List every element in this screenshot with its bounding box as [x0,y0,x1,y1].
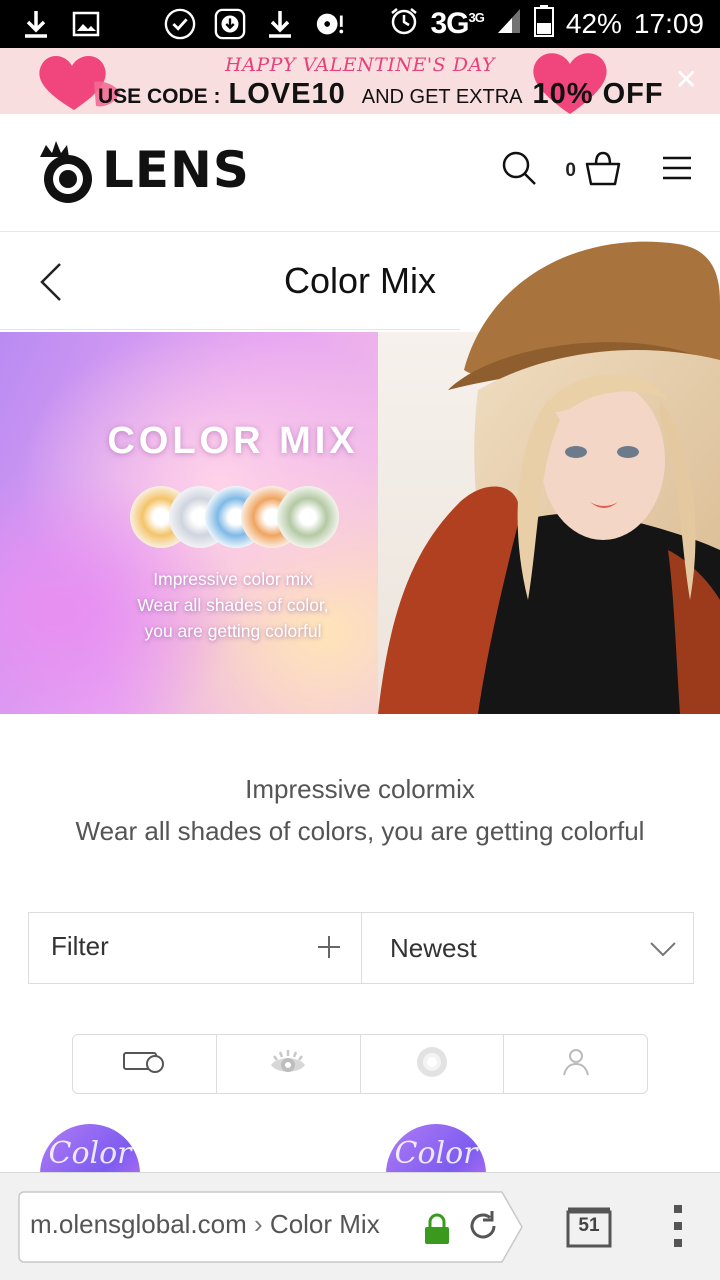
tab-count: 51 [578,1215,600,1236]
logo-text: LENS [102,141,250,199]
close-icon[interactable]: ✕ [675,66,698,94]
promo-banner[interactable]: HAPPY VALENTINE'S DAY USE CODE : LOVE10 … [0,48,720,114]
cart-count: 0 [565,159,576,181]
url-separator: › [254,1209,263,1239]
download-icon-2 [264,8,296,40]
product-badge-label: Color [48,1136,132,1171]
eye-icon [268,1045,308,1084]
promo-discount: 10% OFF [532,78,664,110]
download-icon [20,8,52,40]
lens-icon [415,1045,449,1084]
url-domain: m.olensglobal.com [30,1209,247,1239]
plus-icon [317,935,341,964]
signal-icon [496,7,522,42]
alarm-icon [389,6,419,43]
chevron-down-icon [649,941,677,962]
filter-label: Filter [51,931,109,961]
tab-switcher-button[interactable]: 51 [566,1203,612,1249]
site-header: LENS 0 [0,114,720,232]
battery-level: 42% [565,8,622,39]
filter-sort-controls: Filter Newest [28,912,694,984]
page-title: Color Mix [283,260,436,301]
lock-icon [424,1213,450,1250]
promo-headline: HAPPY VALENTINE'S DAY [225,54,495,76]
promo-middle-text: AND GET EXTRA [361,86,523,108]
person-icon [561,1047,591,1082]
browser-toolbar: m.olensglobal.com › Color Mix 51 [0,1172,720,1280]
promo-code: LOVE10 [228,78,346,110]
check-circle-icon [164,8,196,40]
reload-icon[interactable] [466,1209,500,1248]
download-box-icon [214,8,246,40]
lens-case-icon [122,1050,166,1079]
product-badge-label-2: Color [394,1136,478,1171]
tab-eye[interactable] [217,1035,361,1093]
hero-heading: COLOR MIX [107,420,359,462]
tab-person[interactable] [504,1035,647,1093]
promo-code-line: USE CODE : LOVE10 AND GET EXTRA 10% OFF [98,78,664,111]
battery-icon [533,4,554,44]
shopping-bag-icon[interactable] [584,150,622,191]
crown-o-icon [40,141,92,203]
image-icon [70,8,102,40]
search-icon[interactable] [501,150,537,191]
contact-lenses-image [130,486,339,548]
page-title-bar: Color Mix [0,232,720,330]
category-icon-tabs [72,1034,648,1094]
hero-sub-line2: Wear all shades of color, [137,595,329,615]
hero-sub-line1: Impressive color mix [153,569,313,589]
url-bar[interactable]: m.olensglobal.com › Color Mix [30,1209,422,1240]
description-line1: Impressive colormix [245,774,475,804]
category-description: Impressive colormix Wear all shades of c… [0,768,720,852]
site-logo[interactable]: LENS [38,130,250,210]
hero-subtext: Impressive color mix Wear all shades of … [60,566,406,644]
tab-lens-case[interactable] [73,1035,217,1093]
clock: 17:09 [633,8,704,39]
status-bar: 3G3G 42% 17:09 [0,0,720,48]
description-line2: Wear all shades of colors, you are getti… [75,816,645,846]
disc-alert-icon [314,8,346,40]
filter-button[interactable]: Filter [29,913,362,983]
sort-select[interactable]: Newest [362,913,693,983]
use-code-label: USE CODE : [98,85,221,108]
url-path: Color Mix [269,1209,380,1239]
sort-label: Newest [390,933,477,963]
overflow-menu-icon[interactable] [672,1203,684,1254]
hamburger-menu-icon[interactable] [662,155,692,186]
tab-lens[interactable] [361,1035,505,1093]
network-type: 3G3G [430,7,485,40]
hero-sub-line3: you are getting colorful [144,621,322,641]
